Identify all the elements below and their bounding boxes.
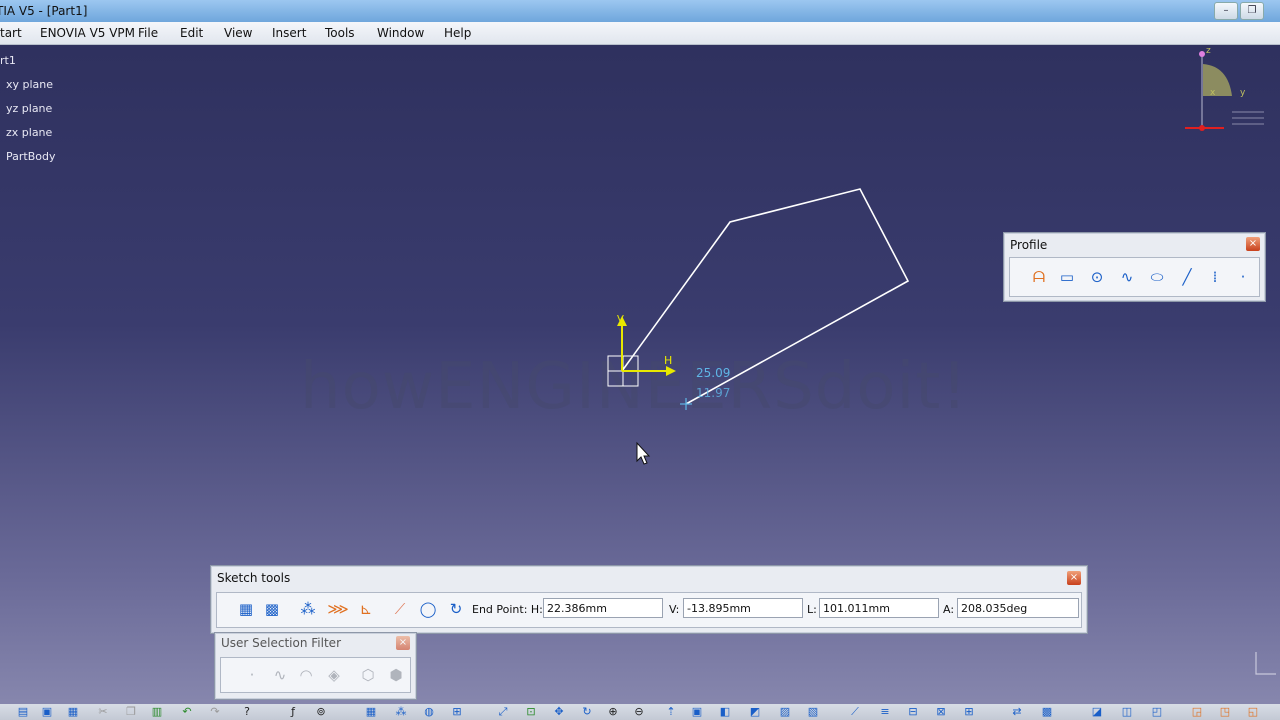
l-value-field[interactable]: 101.011mm	[819, 598, 939, 618]
h-axis-label: H	[664, 354, 673, 367]
point-icon[interactable]: ·	[1232, 266, 1254, 288]
bottom-toolbar: ▤ ▣ ▦ ✂ ❐ ▥ ↶ ↷ ? ƒ ⊚ ▦ ⁂ ◍ ⊞ ⤢ ⊡ ✥ ↻ ⊕ …	[0, 704, 1280, 720]
ellipse-icon[interactable]: ⬭	[1146, 266, 1168, 288]
end-point-h-label: End Point: H:	[472, 603, 543, 616]
shaft-icon[interactable]: ◫	[1120, 706, 1134, 718]
compass-label-x: x	[1210, 88, 1216, 98]
arc-mode-icon[interactable]: ◯	[417, 598, 439, 620]
hole-icon[interactable]: ◲	[1190, 706, 1204, 718]
line-icon[interactable]: ╱	[1176, 266, 1198, 288]
zoom-in-icon[interactable]: ⊕	[606, 706, 620, 718]
sketch-icon[interactable]: ▦	[364, 706, 378, 718]
options-icon[interactable]: ⊞	[450, 706, 464, 718]
rotate-icon[interactable]: ↻	[580, 706, 594, 718]
volume-filter-icon[interactable]: ◈	[323, 664, 345, 686]
spline-icon[interactable]: ∿	[1116, 266, 1138, 288]
profile-toolbar[interactable]: Profile × ᗩ ▭ ⊙ ∿ ⬭ ╱ ⁞ ·	[1003, 232, 1266, 302]
shading-icon[interactable]: ◧	[718, 706, 732, 718]
diagnosis-icon[interactable]: ⊠	[934, 706, 948, 718]
v-axis-label: V	[617, 314, 624, 325]
slot-icon[interactable]: ◱	[1246, 706, 1260, 718]
circle-icon[interactable]: ⊙	[1086, 266, 1108, 288]
rib-icon[interactable]: ◳	[1218, 706, 1232, 718]
curve-filter-icon[interactable]: ∿	[269, 664, 291, 686]
pocket-icon[interactable]: ◪	[1090, 706, 1104, 718]
save-icon[interactable]: ▦	[66, 706, 80, 718]
profile-toolbar-body: ᗩ ▭ ⊙ ∿ ⬭ ╱ ⁞ ·	[1009, 257, 1260, 297]
normal-view-icon[interactable]: ⇡	[664, 706, 678, 718]
quick-select-icon[interactable]: ⬢	[385, 664, 407, 686]
dimension-icon[interactable]: ⊞	[962, 706, 976, 718]
copy-icon[interactable]: ❐	[124, 706, 138, 718]
sketch-tools-close-button[interactable]: ×	[1067, 571, 1081, 585]
dimensional-constraints-icon[interactable]: ⊾	[355, 598, 377, 620]
cursor-coordinate-2: 11.97	[696, 386, 731, 400]
profile-toolbar-title: Profile	[1010, 238, 1048, 252]
geometrical-constraints-icon[interactable]: ⋙	[327, 598, 349, 620]
a-label: A:	[943, 603, 955, 616]
hide-show-icon[interactable]: ◩	[748, 706, 762, 718]
line-mode-icon[interactable]: ⟋	[389, 598, 411, 620]
grid-toggle-icon[interactable]: ≡	[878, 706, 892, 718]
pad-icon[interactable]: ▩	[1040, 706, 1054, 718]
analysis-icon[interactable]: ◍	[422, 706, 436, 718]
tangent-arc-icon[interactable]: ↻	[445, 598, 467, 620]
compass-label-z: z	[1206, 46, 1211, 56]
construction-element-icon[interactable]: ⁂	[297, 598, 319, 620]
v-label: V:	[669, 603, 680, 616]
iso-view-icon[interactable]: ▣	[690, 706, 704, 718]
zoom-out-icon[interactable]: ⊖	[632, 706, 646, 718]
surface-filter-icon[interactable]: ◠	[295, 664, 317, 686]
snap-to-point-icon[interactable]: ▩	[261, 598, 283, 620]
exit-workbench-icon[interactable]: ⇄	[1010, 706, 1024, 718]
cut-part-icon[interactable]: ⟋	[848, 706, 862, 718]
pan-icon[interactable]: ✥	[552, 706, 566, 718]
user-selection-filter-title: User Selection Filter	[221, 636, 341, 650]
rectangle-icon[interactable]: ▭	[1056, 266, 1078, 288]
undo-icon[interactable]: ↶	[180, 706, 194, 718]
point-filter-icon[interactable]: ·	[241, 664, 263, 686]
cut-icon[interactable]: ✂	[96, 706, 110, 718]
redo-icon[interactable]: ↷	[208, 706, 222, 718]
compass-label-y: y	[1240, 88, 1246, 98]
paste-icon[interactable]: ▥	[150, 706, 164, 718]
fly-mode-icon[interactable]: ⤢	[496, 706, 510, 718]
user-selection-filter-body: · ∿ ◠ ◈ ⬡ ⬢	[220, 657, 411, 693]
axis-icon[interactable]: ⁞	[1204, 266, 1226, 288]
formula-icon[interactable]: ƒ	[286, 706, 300, 718]
h-value-field[interactable]: 22.386mm	[543, 598, 663, 618]
fit-all-icon[interactable]: ⊡	[524, 706, 538, 718]
constraint-icon[interactable]: ⊟	[906, 706, 920, 718]
profile-icon[interactable]: ᗩ	[1028, 266, 1050, 288]
mouse-pointer	[636, 441, 651, 465]
measure-icon[interactable]: ⊚	[314, 706, 328, 718]
swap-space-icon[interactable]: ▨	[778, 706, 792, 718]
sketch-tools-title: Sketch tools	[217, 571, 291, 585]
sketch-tools-body: ▦ ▩ ⁂ ⋙ ⊾ ⟋ ◯ ↻ End Point: H: 22.386mm V…	[216, 592, 1082, 628]
groove-icon[interactable]: ◰	[1150, 706, 1164, 718]
v-value-field[interactable]: -13.895mm	[683, 598, 803, 618]
cursor-coordinate-1: 25.09	[696, 366, 731, 380]
knowledge-icon[interactable]: ⁂	[394, 706, 408, 718]
user-selection-filter-close-button[interactable]: ×	[396, 636, 410, 650]
user-selection-filter-toolbar[interactable]: User Selection Filter × · ∿ ◠ ◈ ⬡ ⬢	[214, 632, 417, 700]
a-value-field[interactable]: 208.035deg	[957, 598, 1079, 618]
whats-this-icon[interactable]: ?	[240, 706, 254, 718]
feature-filter-icon[interactable]: ⬡	[357, 664, 379, 686]
grid-icon[interactable]: ▦	[235, 598, 257, 620]
new-icon[interactable]: ▤	[16, 706, 30, 718]
profile-close-button[interactable]: ×	[1246, 237, 1260, 251]
material-icon[interactable]: ▧	[806, 706, 820, 718]
open-icon[interactable]: ▣	[40, 706, 54, 718]
sketch-tools-toolbar[interactable]: Sketch tools × ▦ ▩ ⁂ ⋙ ⊾ ⟋ ◯ ↻ End Point…	[210, 565, 1088, 634]
l-label: L:	[807, 603, 817, 616]
